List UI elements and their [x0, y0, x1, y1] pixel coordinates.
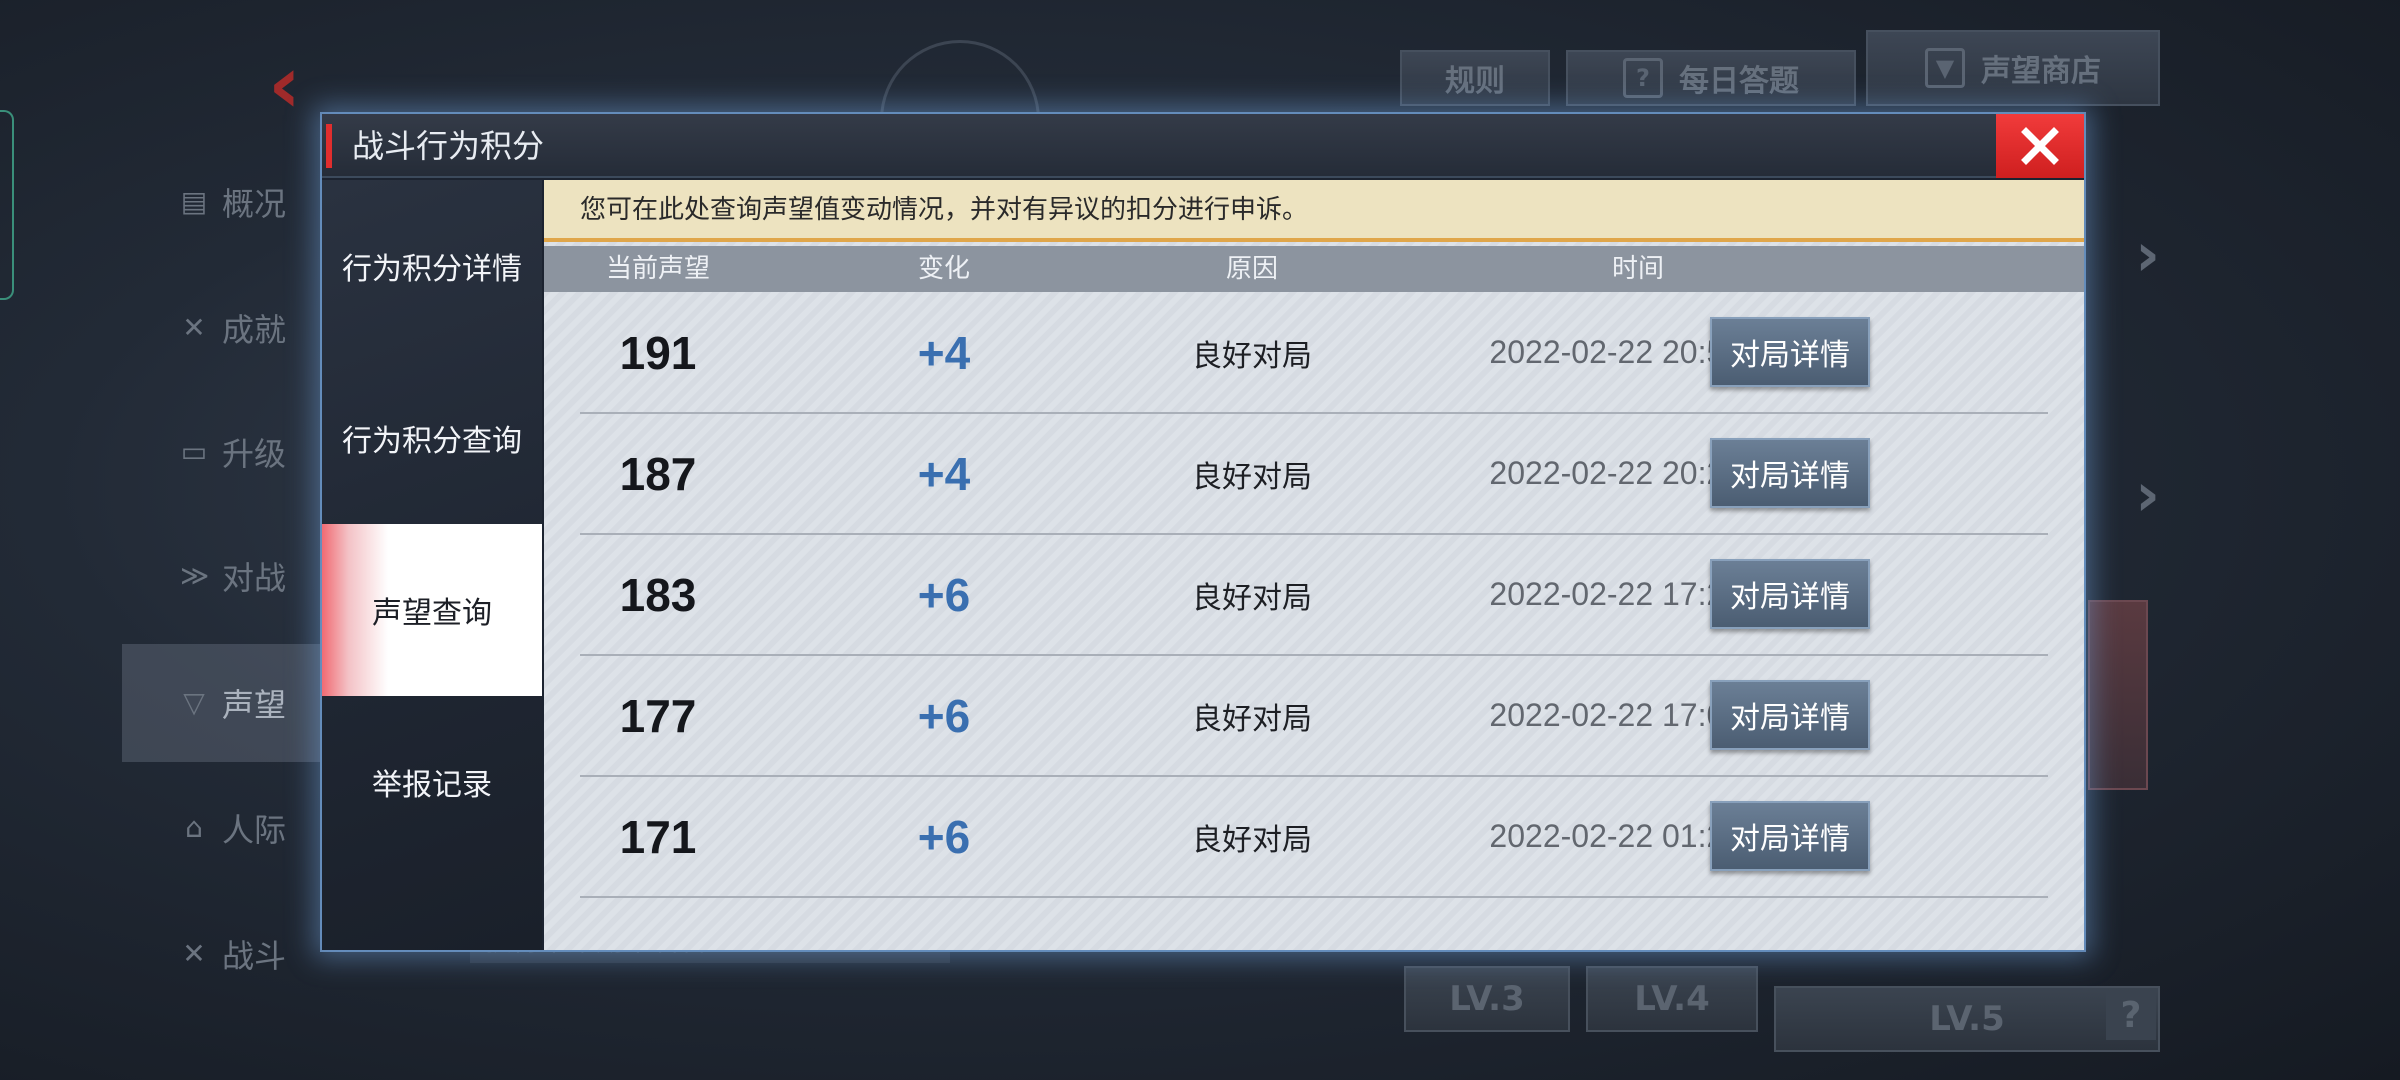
daily-quiz-label: 每日答题	[1679, 64, 1799, 99]
match-details-button[interactable]: 对局详情	[1710, 680, 1870, 750]
help-icon: ?	[2106, 990, 2156, 1040]
bg-side-item-combat: ✕ 战斗	[180, 914, 330, 994]
change-value: +6	[917, 568, 971, 621]
bg-card	[2088, 600, 2148, 790]
table-row: 177 +6 良好对局 2022-02-22 17:09:38 对局详情	[544, 656, 2084, 777]
reputation-icon: ▽	[183, 686, 205, 719]
close-icon	[2021, 127, 2059, 165]
match-details-button[interactable]: 对局详情	[1710, 801, 1870, 871]
modal-header: 战斗行为积分	[322, 114, 2084, 178]
column-header-change: 变化	[917, 254, 971, 284]
shop-icon: ▼	[1925, 48, 1965, 88]
rules-button: 规则	[1400, 50, 1550, 106]
header-accent-bar	[326, 124, 332, 168]
match-details-button[interactable]: 对局详情	[1710, 559, 1870, 629]
reason-text: 良好对局	[1192, 338, 1312, 374]
bg-right-arrow-icon: ›	[2135, 460, 2160, 530]
battle-icon: ≫	[180, 559, 210, 592]
overview-icon: ▤	[180, 185, 208, 218]
bg-right-arrow-icon: ›	[2135, 220, 2160, 290]
swords-icon: ✕	[182, 937, 206, 970]
table-header: 当前声望 变化 原因 时间	[544, 246, 2084, 292]
tab-behavior-score-query[interactable]: 行为积分查询	[322, 352, 542, 524]
row-divider	[580, 896, 2048, 898]
notice-banner: 您可在此处查询声望值变动情况，并对有异议的扣分进行申诉。	[544, 180, 2084, 242]
match-details-label: 对局详情	[1730, 822, 1850, 857]
bg-side-item-achievement: ✕ 成就	[180, 288, 330, 368]
table-row: 187 +4 良好对局 2022-02-22 20:28:44 对局详情	[544, 414, 2084, 535]
reason-text: 良好对局	[1192, 580, 1312, 616]
tab-label: 举报记录	[372, 768, 492, 803]
social-icon: ⌂	[185, 811, 203, 844]
reputation-value: 187	[619, 447, 697, 500]
level-5-badge: LV.5	[1774, 986, 2160, 1052]
bg-side-item-upgrade: ▭ 升级	[180, 435, 287, 473]
bg-side-item-social: ⌂ 人际	[180, 788, 330, 868]
reputation-shop-button: ▼ 声望商店	[1866, 30, 2160, 106]
change-value: +4	[917, 326, 971, 379]
daily-quiz-button: ? 每日答题	[1566, 50, 1856, 106]
tab-behavior-score-details[interactable]: 行为积分详情	[322, 180, 542, 352]
bg-side-item-battle: ≫ 对战	[180, 559, 287, 597]
tab-label: 行为积分详情	[342, 252, 522, 287]
change-value: +4	[917, 447, 971, 500]
reputation-value: 171	[619, 810, 697, 863]
match-details-label: 对局详情	[1730, 459, 1850, 494]
close-button[interactable]	[1996, 114, 2084, 178]
table-row: 191 +4 良好对局 2022-02-22 20:55:04 对局详情	[544, 293, 2084, 414]
match-details-label: 对局详情	[1730, 338, 1850, 373]
reason-text: 良好对局	[1192, 459, 1312, 495]
reputation-panel: 您可在此处查询声望值变动情况，并对有异议的扣分进行申诉。 当前声望 变化 原因 …	[544, 180, 2084, 950]
rules-label: 规则	[1445, 64, 1505, 99]
reputation-value: 183	[619, 568, 697, 621]
swords-icon: ✕	[182, 311, 206, 344]
reputation-value: 191	[619, 326, 697, 379]
column-header-time: 时间	[1611, 254, 1665, 284]
modal-nav: 行为积分详情 行为积分查询 声望查询 举报记录	[322, 180, 542, 950]
match-details-button[interactable]: 对局详情	[1710, 317, 1870, 387]
modal-title: 战斗行为积分	[352, 127, 545, 165]
table-row: 183 +6 良好对局 2022-02-22 17:27:25 对局详情	[544, 535, 2084, 656]
match-details-label: 对局详情	[1730, 701, 1850, 736]
tab-label: 声望查询	[372, 596, 492, 631]
match-details-button[interactable]: 对局详情	[1710, 438, 1870, 508]
left-edge-tab	[0, 110, 14, 300]
bg-side-item-reputation: ▽ 声望	[122, 644, 322, 762]
tab-label: 行为积分查询	[342, 424, 522, 459]
reputation-value: 177	[619, 689, 697, 742]
level-3-badge: LV.3	[1404, 966, 1570, 1032]
column-header-reason: 原因	[1225, 254, 1279, 284]
match-details-label: 对局详情	[1730, 580, 1850, 615]
gift-icon: ▭	[180, 435, 208, 468]
reason-text: 良好对局	[1192, 701, 1312, 737]
level-4-badge: LV.4	[1586, 966, 1758, 1032]
bg-side-item-overview: ▤ 概况	[180, 185, 287, 223]
back-chevron-icon: ‹	[268, 38, 301, 131]
behavior-score-modal: 战斗行为积分 行为积分详情 行为积分查询 声望查询 举报记录 您可在此处查询声望…	[322, 114, 2084, 950]
reason-text: 良好对局	[1192, 822, 1312, 858]
change-value: +6	[917, 689, 971, 742]
tab-report-records[interactable]: 举报记录	[322, 696, 542, 868]
tab-reputation-query[interactable]: 声望查询	[322, 524, 542, 696]
table-row: 171 +6 良好对局 2022-02-22 01:25:35 对局详情	[544, 777, 2084, 898]
column-header-reputation: 当前声望	[605, 254, 711, 284]
change-value: +6	[917, 810, 971, 863]
reputation-shop-label: 声望商店	[1981, 54, 2101, 89]
question-icon: ?	[1623, 58, 1663, 98]
